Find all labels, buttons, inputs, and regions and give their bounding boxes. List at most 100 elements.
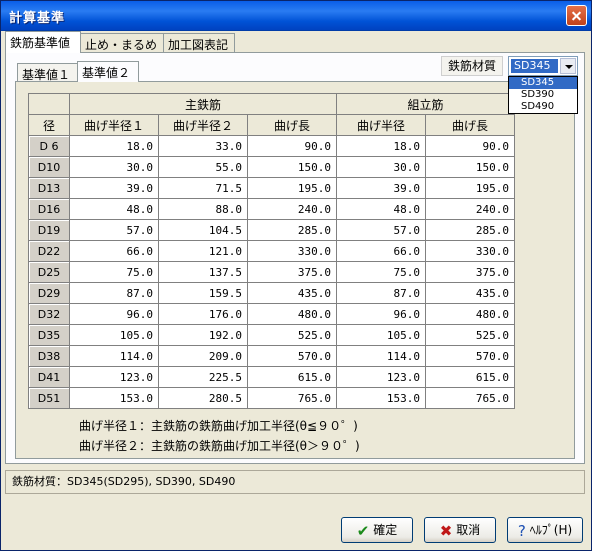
- table-cell[interactable]: 176.0: [158, 303, 248, 325]
- subtab-standard-1[interactable]: 基準値１: [17, 63, 79, 82]
- note-bend-radius-2: 曲げ半径２：主鉄筋の鉄筋曲げ加工半径(θ＞９０゜): [79, 439, 360, 453]
- table-cell[interactable]: 480.0: [425, 303, 515, 325]
- tab-stop-rounding[interactable]: 止め・まるめ: [80, 33, 164, 53]
- table-cell[interactable]: 525.0: [247, 324, 337, 346]
- table-cell[interactable]: 57.0: [336, 219, 426, 241]
- table-cell[interactable]: 195.0: [247, 177, 337, 199]
- table-cell[interactable]: 48.0: [336, 198, 426, 220]
- table-cell[interactable]: 435.0: [425, 282, 515, 304]
- cancel-button[interactable]: ✖ 取消: [424, 517, 496, 543]
- table-cell[interactable]: 150.0: [247, 156, 337, 178]
- table-cell[interactable]: 39.0: [336, 177, 426, 199]
- table-cell[interactable]: 137.5: [158, 261, 248, 283]
- table-row: D32 96.0 176.0 480.0 96.0 480.0: [28, 303, 515, 325]
- material-select[interactable]: SD345: [508, 56, 578, 76]
- dropdown-option[interactable]: SD490: [509, 101, 577, 113]
- table-cell[interactable]: 375.0: [425, 261, 515, 283]
- checkmark-icon: ✔: [356, 521, 370, 540]
- table-cell[interactable]: 87.0: [336, 282, 426, 304]
- tab-rebar-standard[interactable]: 鉄筋基準値: [5, 31, 81, 53]
- table-cell[interactable]: 192.0: [158, 324, 248, 346]
- table-cell[interactable]: 150.0: [425, 156, 515, 178]
- table-cell[interactable]: 330.0: [425, 240, 515, 262]
- window-title: 計算基準: [9, 11, 66, 26]
- calc-standard-dialog: 計算基準 鉄筋基準値 止め・まるめ 加工図表記 基準値１ 基準値２ 鉄筋材質 S…: [0, 0, 592, 551]
- table-cell[interactable]: 123.0: [336, 366, 426, 388]
- table-cell[interactable]: 104.5: [158, 219, 248, 241]
- table-cell[interactable]: 75.0: [336, 261, 426, 283]
- table-cell[interactable]: 39.0: [69, 177, 159, 199]
- table-cell[interactable]: 285.0: [425, 219, 515, 241]
- table-row: D10 30.0 55.0 150.0 30.0 150.0: [28, 156, 515, 178]
- table-cell[interactable]: 75.0: [69, 261, 159, 283]
- table-cell[interactable]: 121.0: [158, 240, 248, 262]
- corner-cell: [28, 93, 70, 115]
- table-cell[interactable]: 240.0: [247, 198, 337, 220]
- table-cell[interactable]: 66.0: [336, 240, 426, 262]
- table-cell[interactable]: 123.0: [69, 366, 159, 388]
- table-cell[interactable]: 114.0: [336, 345, 426, 367]
- table-cell[interactable]: 87.0: [69, 282, 159, 304]
- table-cell[interactable]: 55.0: [158, 156, 248, 178]
- help-button[interactable]: ? ﾍﾙﾌﾟ(H): [507, 517, 583, 543]
- table-cell[interactable]: 66.0: [69, 240, 159, 262]
- table-cell[interactable]: 240.0: [425, 198, 515, 220]
- table-cell[interactable]: 615.0: [425, 366, 515, 388]
- status-bar: 鉄筋材質：SD345(SD295), SD390, SD490: [5, 470, 585, 494]
- table-row: D38 114.0 209.0 570.0 114.0 570.0: [28, 345, 515, 367]
- cancel-label: 取消: [456, 523, 481, 537]
- table-cell[interactable]: 105.0: [336, 324, 426, 346]
- table-cell[interactable]: 48.0: [69, 198, 159, 220]
- table-cell[interactable]: 30.0: [336, 156, 426, 178]
- tab-label: 鉄筋基準値: [10, 36, 71, 50]
- table-cell[interactable]: 570.0: [247, 345, 337, 367]
- tab-drawing-notation[interactable]: 加工図表記: [163, 33, 235, 53]
- title-bar[interactable]: 計算基準: [1, 1, 591, 31]
- row-header-diameter: D41: [28, 366, 70, 388]
- table-cell[interactable]: 90.0: [425, 135, 515, 157]
- table-cell[interactable]: 480.0: [247, 303, 337, 325]
- row-header-diameter: D35: [28, 324, 70, 346]
- table-cell[interactable]: 225.5: [158, 366, 248, 388]
- table-cell[interactable]: 88.0: [158, 198, 248, 220]
- table-cell[interactable]: 159.5: [158, 282, 248, 304]
- table-cell[interactable]: 525.0: [425, 324, 515, 346]
- table-row: D16 48.0 88.0 240.0 48.0 240.0: [28, 198, 515, 220]
- table-cell[interactable]: 153.0: [336, 387, 426, 409]
- chevron-down-icon[interactable]: [560, 58, 576, 74]
- row-header-diameter: D19: [28, 219, 70, 241]
- row-header-diameter: D38: [28, 345, 70, 367]
- table-cell[interactable]: 765.0: [425, 387, 515, 409]
- table-cell[interactable]: 96.0: [69, 303, 159, 325]
- table-cell[interactable]: 285.0: [247, 219, 337, 241]
- table-cell[interactable]: 153.0: [69, 387, 159, 409]
- table-cell[interactable]: 71.5: [158, 177, 248, 199]
- table-cell[interactable]: 105.0: [69, 324, 159, 346]
- subtab-standard-2[interactable]: 基準値２: [77, 61, 139, 82]
- table-cell[interactable]: 330.0: [247, 240, 337, 262]
- rebar-standard-table: 主鉄筋 組立筋 径 曲げ半径１ 曲げ半径２ 曲げ長 曲げ半径 曲げ長 D 6 18…: [28, 93, 515, 409]
- table-cell[interactable]: 18.0: [69, 135, 159, 157]
- table-cell[interactable]: 30.0: [69, 156, 159, 178]
- table-cell[interactable]: 96.0: [336, 303, 426, 325]
- table-cell[interactable]: 765.0: [247, 387, 337, 409]
- table-cell[interactable]: 435.0: [247, 282, 337, 304]
- close-button[interactable]: [566, 5, 587, 26]
- dropdown-option[interactable]: SD345: [509, 77, 577, 89]
- table-cell[interactable]: 209.0: [158, 345, 248, 367]
- table-cell[interactable]: 195.0: [425, 177, 515, 199]
- table-row: D13 39.0 71.5 195.0 39.0 195.0: [28, 177, 515, 199]
- cross-icon: ✖: [439, 521, 453, 540]
- table-cell[interactable]: 615.0: [247, 366, 337, 388]
- ok-button[interactable]: ✔ 確定: [341, 517, 413, 543]
- table-cell[interactable]: 114.0: [69, 345, 159, 367]
- table-cell[interactable]: 90.0: [247, 135, 337, 157]
- table-cell[interactable]: 33.0: [158, 135, 248, 157]
- table-cell[interactable]: 18.0: [336, 135, 426, 157]
- table-cell[interactable]: 57.0: [69, 219, 159, 241]
- table-cell[interactable]: 375.0: [247, 261, 337, 283]
- dropdown-option[interactable]: SD390: [509, 89, 577, 101]
- subtab-label: 基準値２: [82, 66, 131, 80]
- table-cell[interactable]: 570.0: [425, 345, 515, 367]
- table-cell[interactable]: 280.5: [158, 387, 248, 409]
